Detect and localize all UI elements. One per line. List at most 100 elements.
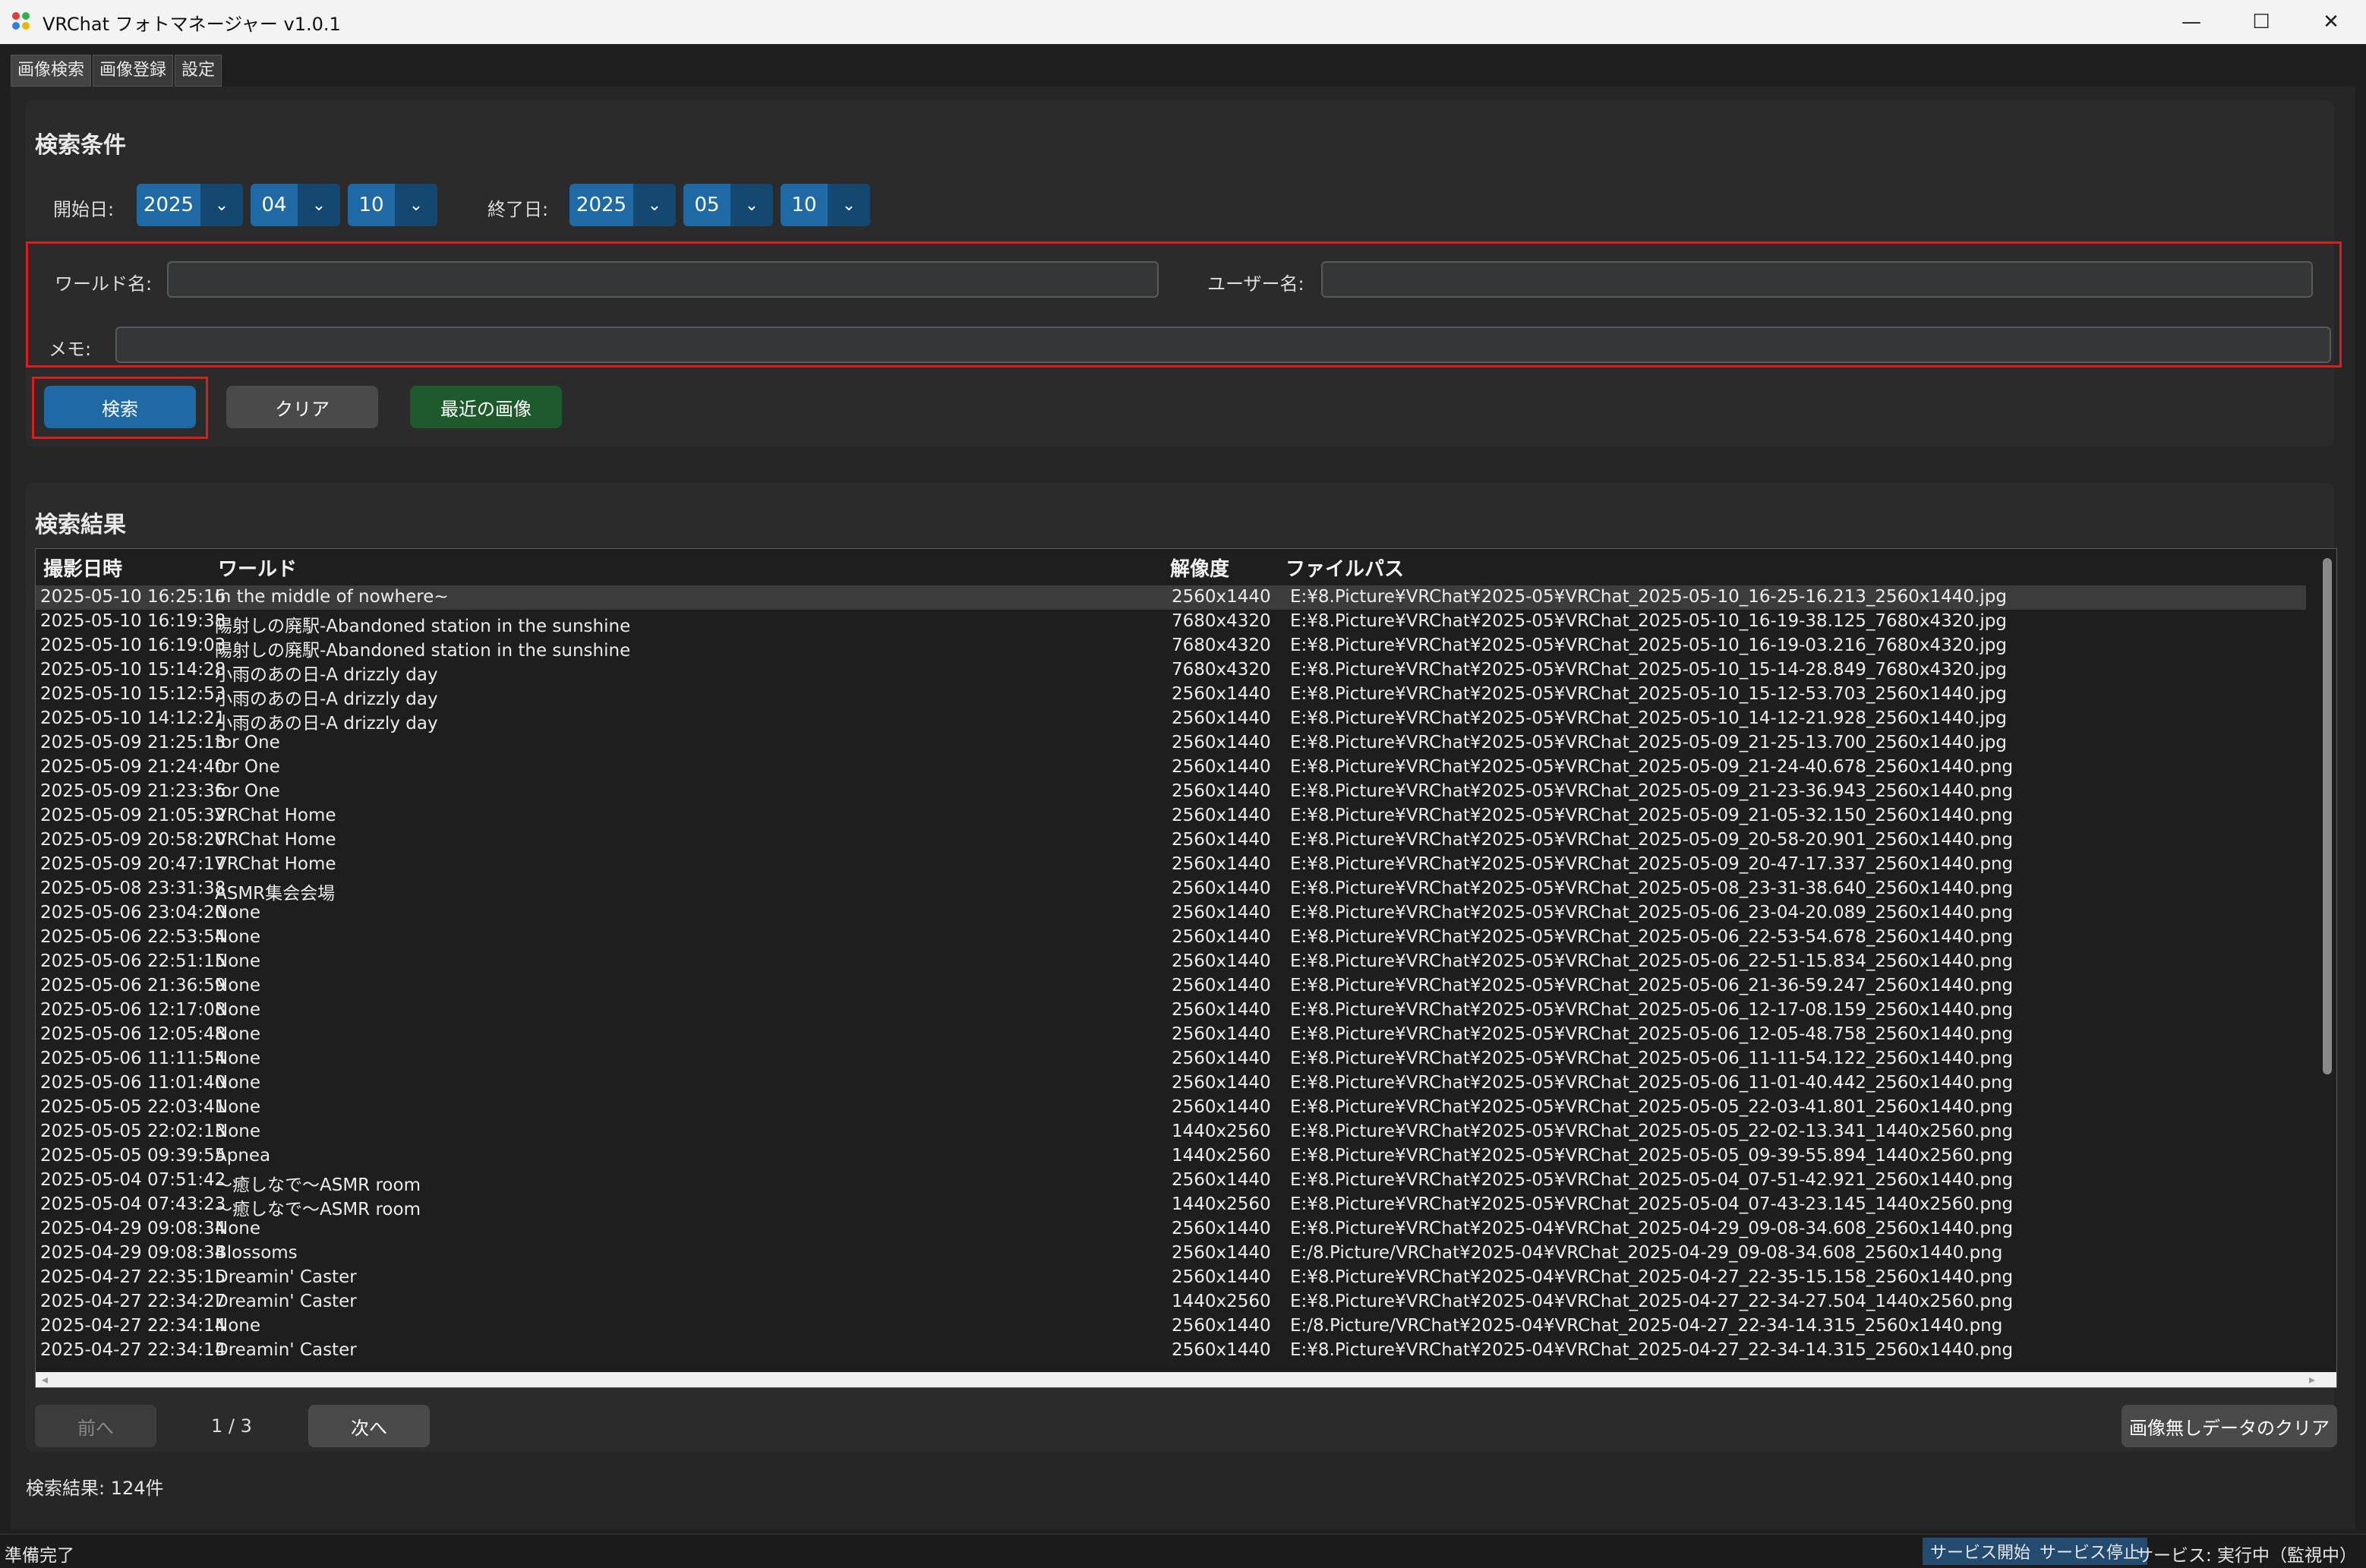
start-month-select[interactable]: 04 ⌄ [251, 184, 340, 226]
table-row[interactable]: 2025-05-10 15:12:53 小雨のあの日-A drizzly day 2… [36, 683, 2306, 709]
row-world: Dreamin' Caster [215, 1340, 357, 1360]
status-bar: 準備完了 サービス開始 サービス停止 サービス: 実行中（監視中） [0, 1534, 2366, 1568]
row-world: 小雨のあの日-A drizzly day [215, 689, 438, 709]
row-datetime: 2025-05-09 21:05:32 [40, 806, 226, 825]
result-count: 検索結果: 124件 [26, 1478, 164, 1499]
row-resolution: 7680x4320 [1172, 636, 1271, 655]
row-filepath: E:¥8.Picture¥VRChat¥2025-05¥VRChat_2025-… [1290, 733, 2007, 752]
start-service-button[interactable]: サービス開始 [1923, 1538, 2039, 1565]
user-name-input[interactable] [1321, 261, 2313, 298]
table-row[interactable]: 2025-05-09 21:23:36 for One 2560x1440 E:¥8.… [36, 780, 2306, 804]
table-row[interactable]: 2025-05-10 15:14:28 小雨のあの日-A drizzly day 7… [36, 658, 2306, 685]
end-day-select[interactable]: 10 ⌄ [781, 184, 870, 226]
table-row[interactable]: 2025-05-06 22:51:15 None 2560x1440 E:¥8.Pic… [36, 950, 2306, 974]
close-button[interactable]: ✕ [2296, 0, 2366, 44]
row-filepath: E:¥8.Picture¥VRChat¥2025-05¥VRChat_2025-… [1290, 927, 2014, 947]
table-row[interactable]: 2025-05-08 23:31:38 ASMR集会会場 2560x1440 E:¥8… [36, 877, 2306, 904]
minimize-button[interactable]: — [2156, 0, 2226, 44]
row-filepath: E:¥8.Picture¥VRChat¥2025-05¥VRChat_2025-… [1290, 1000, 2014, 1020]
table-row[interactable]: 2025-04-27 22:34:14 Dreamin' Caster 2560x1… [36, 1339, 2306, 1363]
row-filepath: E:¥8.Picture¥VRChat¥2025-05¥VRChat_2025-… [1290, 1097, 2014, 1117]
table-row[interactable]: 2025-05-04 07:51:42 ～癒しなで～ASMR room 2560x1… [36, 1169, 2306, 1195]
column-header-resolution[interactable]: 解像度 [1170, 554, 1229, 582]
start-year-select[interactable]: 2025 ⌄ [137, 184, 243, 226]
tab-image-register[interactable]: 画像登録 [93, 55, 174, 87]
table-row[interactable]: 2025-05-05 22:02:13 None 1440x2560 E:¥8.Pic… [36, 1120, 2306, 1144]
maximize-button[interactable]: ☐ [2226, 0, 2296, 44]
tab-bar: 画像検索 画像登録 設定 [11, 55, 223, 87]
vertical-scrollbar[interactable] [2323, 558, 2332, 1375]
column-header-filepath[interactable]: ファイルパス [1286, 554, 1404, 582]
tab-settings[interactable]: 設定 [175, 55, 222, 87]
row-resolution: 2560x1440 [1172, 806, 1271, 825]
row-world: None [215, 951, 261, 971]
table-row[interactable]: 2025-05-09 20:47:17 VRChat Home 2560x1440 E… [36, 853, 2306, 877]
next-page-button[interactable]: 次へ [308, 1405, 430, 1447]
table-row[interactable]: 2025-05-09 21:24:40 for One 2560x1440 E:¥8.… [36, 756, 2306, 780]
results-table[interactable]: 撮影日時 ワールド 解像度 ファイルパス 2025-05-10 16:25:16… [35, 548, 2337, 1388]
table-row[interactable]: 2025-05-10 14:12:21 小雨のあの日-A drizzly day 2… [36, 707, 2306, 734]
table-row[interactable]: 2025-05-06 12:17:08 None 2560x1440 E:¥8.Pic… [36, 999, 2306, 1023]
row-datetime: 2025-05-06 22:51:15 [40, 951, 226, 971]
table-row[interactable]: 2025-05-06 11:11:54 None 2560x1440 E:¥8.Pic… [36, 1047, 2306, 1071]
table-row[interactable]: 2025-05-06 23:04:20 None 2560x1440 E:¥8.Pic… [36, 901, 2306, 926]
row-filepath: E:¥8.Picture¥VRChat¥2025-04¥VRChat_2025-… [1290, 1219, 2014, 1238]
search-button[interactable]: 検索 [44, 386, 196, 428]
stop-service-button[interactable]: サービス停止 [2032, 1538, 2148, 1565]
table-row[interactable]: 2025-05-09 21:25:13 for One 2560x1440 E:¥8.… [36, 731, 2306, 756]
row-resolution: 2560x1440 [1172, 684, 1271, 704]
table-row[interactable]: 2025-05-05 09:39:55 Apnea 1440x2560 E:¥8.Pi… [36, 1144, 2306, 1169]
table-row[interactable]: 2025-04-27 22:34:27 Dreamin' Caster 1440x2… [36, 1290, 2306, 1314]
row-datetime: 2025-05-09 21:25:13 [40, 733, 226, 752]
prev-page-button[interactable]: 前へ [35, 1405, 156, 1447]
app-logo-icon [12, 12, 32, 32]
row-datetime: 2025-04-27 22:34:27 [40, 1292, 226, 1311]
row-datetime: 2025-05-10 15:12:53 [40, 684, 226, 704]
row-datetime: 2025-05-09 20:47:17 [40, 854, 226, 874]
table-row[interactable]: 2025-04-29 09:08:34 None 2560x1440 E:¥8.Pic… [36, 1217, 2306, 1241]
end-month-select[interactable]: 05 ⌄ [683, 184, 773, 226]
row-filepath: E:¥8.Picture¥VRChat¥2025-05¥VRChat_2025-… [1290, 951, 2014, 971]
table-row[interactable]: 2025-04-27 22:35:15 Dreamin' Caster 2560x1… [36, 1266, 2306, 1290]
table-row[interactable]: 2025-04-29 09:08:34 Blossoms 2560x1440 E:/8… [36, 1241, 2306, 1266]
table-row[interactable]: 2025-05-10 16:19:38 陽射しの廃駅-Abandoned stat… [36, 610, 2306, 636]
row-world: ～癒しなで～ASMR room [215, 1175, 421, 1195]
table-row[interactable]: 2025-05-06 12:05:48 None 2560x1440 E:¥8.Pic… [36, 1023, 2306, 1047]
start-day-select[interactable]: 10 ⌄ [348, 184, 437, 226]
world-name-input[interactable] [167, 261, 1159, 298]
search-results-title: 検索結果 [35, 512, 126, 538]
table-row[interactable]: 2025-05-10 16:25:16 In the middle of nowh… [36, 585, 2306, 610]
clear-button[interactable]: クリア [226, 386, 378, 428]
column-header-datetime[interactable]: 撮影日時 [43, 554, 122, 582]
row-datetime: 2025-05-06 22:53:54 [40, 927, 226, 947]
scroll-right-icon[interactable]: ▸ [2309, 1372, 2315, 1387]
scrollbar-thumb[interactable] [2323, 558, 2332, 1074]
horizontal-scrollbar[interactable]: ◂ ▸ [36, 1372, 2336, 1387]
row-filepath: E:¥8.Picture¥VRChat¥2025-05¥VRChat_2025-… [1290, 684, 2007, 704]
table-row[interactable]: 2025-05-10 16:19:03 陽射しの廃駅-Abandoned stat… [36, 634, 2306, 661]
table-row[interactable]: 2025-05-04 07:43:23 ～癒しなで～ASMR room 1440x2… [36, 1193, 2306, 1219]
tab-image-search[interactable]: 画像検索 [11, 55, 92, 87]
table-row[interactable]: 2025-05-09 20:58:20 VRChat Home 2560x1440 E… [36, 828, 2306, 853]
clear-no-image-data-button[interactable]: 画像無しデータのクリア [2122, 1405, 2337, 1447]
table-row[interactable]: 2025-04-27 22:34:14 None 2560x1440 E:/8.Pic… [36, 1314, 2306, 1339]
scroll-left-icon[interactable]: ◂ [42, 1372, 48, 1387]
end-year-select[interactable]: 2025 ⌄ [569, 184, 676, 226]
table-row[interactable]: 2025-05-06 11:01:40 None 2560x1440 E:¥8.Pic… [36, 1071, 2306, 1096]
tab-content: 検索条件 開始日: 2025 ⌄ 04 ⌄ 10 ⌄ 終了日: 2025 ⌄ 0… [11, 87, 2355, 1529]
table-row[interactable]: 2025-05-06 21:36:59 None 2560x1440 E:¥8.Pic… [36, 974, 2306, 999]
table-row[interactable]: 2025-05-09 21:05:32 VRChat Home 2560x1440 E… [36, 804, 2306, 828]
row-resolution: 7680x4320 [1172, 660, 1271, 680]
recent-images-button[interactable]: 最近の画像 [410, 386, 562, 428]
row-filepath: E:¥8.Picture¥VRChat¥2025-05¥VRChat_2025-… [1290, 1049, 2014, 1068]
row-datetime: 2025-05-08 23:31:38 [40, 879, 226, 898]
memo-input[interactable] [115, 327, 2331, 363]
table-row[interactable]: 2025-05-05 22:03:41 None 2560x1440 E:¥8.Pic… [36, 1096, 2306, 1120]
results-table-body: 2025-05-10 16:25:16 In the middle of nowh… [36, 585, 2306, 1363]
row-world: VRChat Home [215, 830, 336, 850]
row-world: Dreamin' Caster [215, 1267, 357, 1287]
chevron-down-icon: ⌄ [730, 184, 773, 226]
row-resolution: 2560x1440 [1172, 927, 1271, 947]
table-row[interactable]: 2025-05-06 22:53:54 None 2560x1440 E:¥8.Pic… [36, 926, 2306, 950]
column-header-world[interactable]: ワールド [218, 554, 297, 582]
